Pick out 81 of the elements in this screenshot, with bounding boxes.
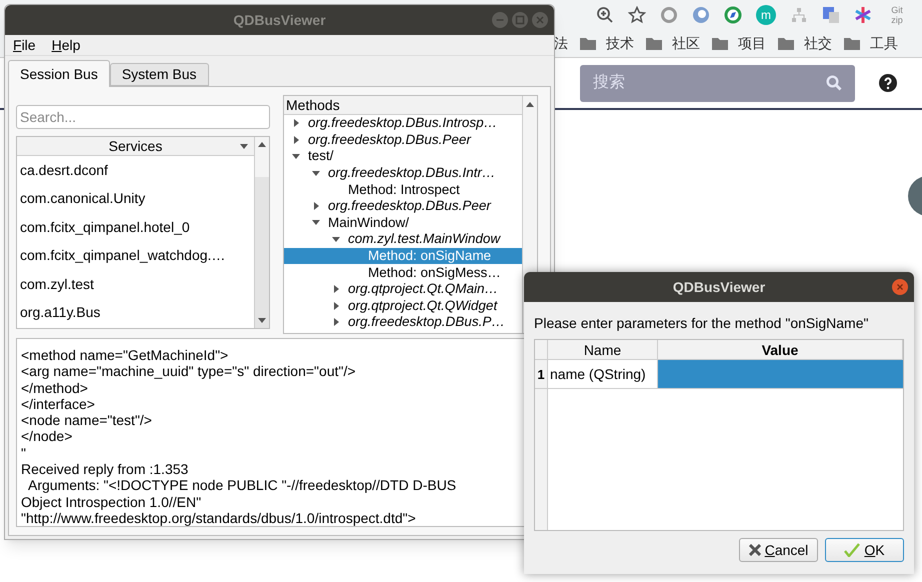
bookmark-link[interactable]: 工具	[870, 33, 898, 54]
service-item[interactable]: org.a11y.Bus	[17, 298, 254, 327]
menu-item[interactable]: Help	[52, 34, 80, 56]
output-line: </interface>	[21, 396, 96, 412]
folder-icon	[778, 37, 794, 50]
collapsed-arrow-icon[interactable]	[314, 202, 318, 210]
search-field[interactable]: 搜索	[580, 64, 855, 102]
service-item[interactable]: ca.desrt.dconf	[17, 156, 254, 184]
output-line: "	[21, 444, 27, 462]
translate-icon[interactable]	[822, 6, 840, 24]
tree-item[interactable]: org.freedesktop.DBus.Intr…	[284, 164, 522, 182]
asterisk-icon[interactable]	[854, 6, 872, 24]
scrollbar[interactable]	[254, 137, 269, 328]
column-header-label: Methods	[286, 96, 340, 114]
column-header[interactable]: Methods	[284, 96, 522, 115]
output-line: Received reply from :1.353	[21, 461, 190, 478]
service-item[interactable]: com.fcitx_qimpanel.hotel_0	[17, 213, 254, 242]
window-title: QDBusViewer	[233, 10, 326, 30]
prompt-text: Please enter parameters for the method "onSigName"	[534, 314, 870, 333]
bookmark-link[interactable]: 社区	[672, 33, 700, 54]
column-header[interactable]: Name	[548, 340, 658, 359]
output-line: Arguments: "<!DOCTYPE node PUBLIC "-//freedesktop//DTD D-BUS	[27, 477, 458, 494]
tab[interactable]: Session Bus	[8, 60, 110, 87]
output-line: <arg name="machine_uuid" type="s" direction="out"/>	[21, 363, 357, 380]
expanded-arrow-icon[interactable]	[292, 154, 300, 159]
folder-icon	[712, 37, 728, 50]
close-icon[interactable]	[892, 279, 908, 295]
search-input[interactable]: 搜索	[593, 71, 793, 95]
bookmark-link[interactable]: 法	[554, 33, 568, 54]
service-item[interactable]: com.fcitx_qimpanel_watchdog.…	[17, 242, 254, 270]
ring-icon[interactable]	[660, 6, 678, 24]
scroll-down-icon[interactable]	[258, 318, 266, 322]
tree-item[interactable]: org.freedesktop.DBus.Peer	[284, 132, 522, 148]
output-line: "http://www.freedesktop.org/standards/dbus/1.0/introspect.dtd">	[21, 510, 417, 526]
expanded-arrow-icon[interactable]	[312, 220, 320, 226]
ok-button[interactable]: OK	[825, 538, 904, 562]
tree-item[interactable]: org.qtproject.Qt.QMain…	[284, 280, 522, 298]
expanded-arrow-icon[interactable]	[332, 236, 340, 242]
expanded-arrow-icon[interactable]	[312, 170, 320, 176]
column-header[interactable]: Services	[17, 137, 254, 156]
bookmark-link[interactable]: 技术	[606, 33, 634, 54]
tree-item[interactable]: org.freedesktop.DBus.Introsp…	[284, 115, 522, 132]
tree-item[interactable]: org.freedesktop.DBus.P…	[284, 314, 522, 331]
tree-item[interactable]: org.qtproject.Qt.QWidget	[284, 298, 522, 314]
output-line: <method name="GetMachineId">	[21, 347, 230, 364]
output-line: </node>	[21, 428, 74, 445]
column-header[interactable]: Value	[658, 340, 903, 359]
tree-item[interactable]: MainWindow/	[284, 214, 522, 232]
value-field[interactable]	[658, 360, 903, 388]
folder-icon	[580, 37, 596, 50]
folder-icon	[646, 37, 662, 50]
search-field[interactable]: Search...	[16, 105, 270, 129]
method-item[interactable]: Method: Introspect	[284, 181, 522, 198]
tree-item[interactable]: org.freedesktop.DBus.Peer	[284, 198, 522, 215]
service-item[interactable]: com.canonical.Unity	[17, 184, 254, 213]
checkmark-icon	[844, 543, 860, 557]
cancel-button[interactable]: Cancel	[739, 538, 818, 562]
method-item[interactable]: Method: onSigName	[284, 248, 522, 264]
column-header-label: Services	[108, 136, 162, 156]
tree-item[interactable]: com.zyl.test.MainWindow	[284, 231, 522, 248]
x-icon	[748, 544, 761, 556]
star-icon[interactable]	[628, 6, 646, 24]
menu-item[interactable]: File	[13, 34, 36, 56]
scroll-up-icon[interactable]	[258, 142, 266, 147]
row-number: 1	[535, 360, 547, 389]
compass-icon[interactable]	[724, 6, 742, 24]
method-item[interactable]: Method: onSigMess…	[284, 264, 522, 281]
zoom-in-icon[interactable]	[596, 6, 614, 24]
bookmark-link[interactable]: 社交	[804, 33, 832, 54]
bookmark-link[interactable]: 项目	[738, 33, 766, 54]
sort-arrow-icon[interactable]	[240, 144, 248, 148]
window-title: QDBusViewer	[672, 278, 766, 297]
folder-icon	[844, 37, 860, 50]
tree-item[interactable]: test/	[284, 148, 522, 165]
tab[interactable]: System Bus	[110, 63, 209, 86]
service-item[interactable]: com.zyl.test	[17, 270, 254, 298]
help-icon[interactable]	[879, 74, 897, 92]
scroll-up-icon[interactable]	[526, 102, 534, 107]
output-line: Object Introspection 1.0//EN"	[21, 494, 202, 510]
output-line: </method>	[21, 380, 89, 396]
output-line: <node name="test"/>	[21, 412, 153, 428]
